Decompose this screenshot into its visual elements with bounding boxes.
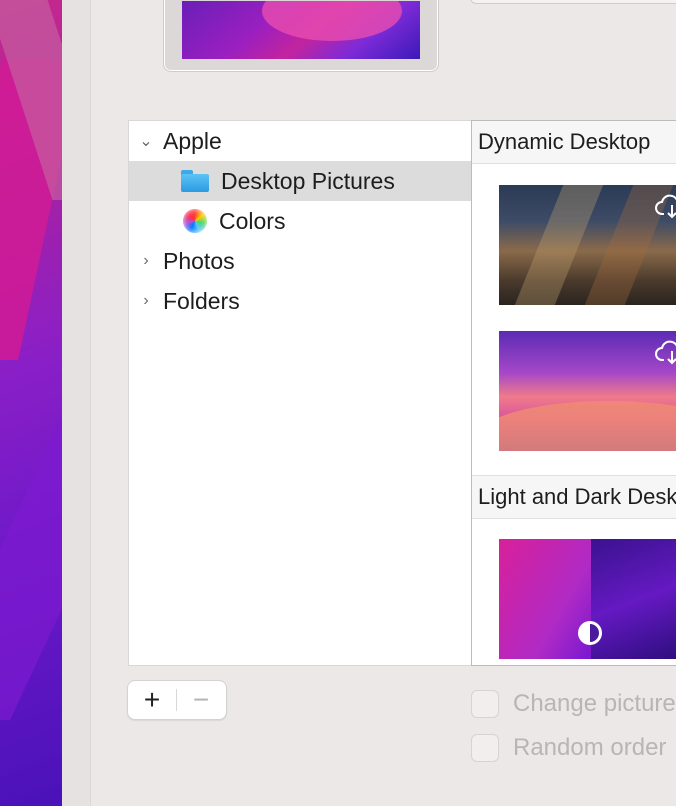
random-order-option: Random order [471,734,666,762]
preview-image [182,1,420,59]
light-dark-icon [578,621,602,645]
cloud-download-icon[interactable] [655,339,676,367]
wallpaper-grid: Dynamic Desktop Light and Dark Desktop [471,120,676,666]
add-remove-control: + − [127,680,227,720]
wallpaper-name-popup[interactable] [470,0,676,4]
color-wheel-icon [183,209,207,233]
source-item-label: Desktop Pictures [221,167,395,194]
random-order-checkbox[interactable] [471,734,499,762]
source-item-label: Folders [163,287,240,314]
section-header-dynamic-desktop: Dynamic Desktop [472,121,676,164]
cloud-download-icon[interactable] [655,193,676,221]
source-list: ⌄ Apple Desktop Pictures Colors › Photos… [128,120,473,666]
source-item-colors[interactable]: Colors [129,201,473,241]
current-wallpaper-preview [163,0,439,72]
section-header-light-dark: Light and Dark Desktop [472,475,676,519]
change-picture-option: Change picture [471,690,676,718]
monterey-light-dark-wallpaper-thumbnail[interactable] [499,539,676,659]
chevron-down-icon[interactable]: ⌄ [139,131,153,151]
desktop-background [0,0,62,806]
source-item-apple[interactable]: ⌄ Apple [129,121,473,161]
source-item-label: Apple [163,127,222,154]
chevron-right-icon[interactable]: › [139,292,153,310]
remove-folder-button[interactable]: − [177,681,225,719]
add-folder-button[interactable]: + [128,681,176,719]
window-edge [62,0,91,806]
source-item-photos[interactable]: › Photos [129,241,473,281]
change-picture-label: Change picture [513,690,676,717]
change-picture-checkbox[interactable] [471,690,499,718]
source-item-desktop-pictures[interactable]: Desktop Pictures [129,161,473,201]
random-order-label: Random order [513,734,667,761]
source-item-folders[interactable]: › Folders [129,281,473,321]
source-item-label: Photos [163,247,235,274]
chevron-right-icon[interactable]: › [139,252,153,270]
monterey-wallpaper-thumbnail[interactable] [499,331,676,451]
catalina-wallpaper-thumbnail[interactable] [499,185,676,305]
folder-icon [181,170,209,192]
source-item-label: Colors [219,207,286,234]
